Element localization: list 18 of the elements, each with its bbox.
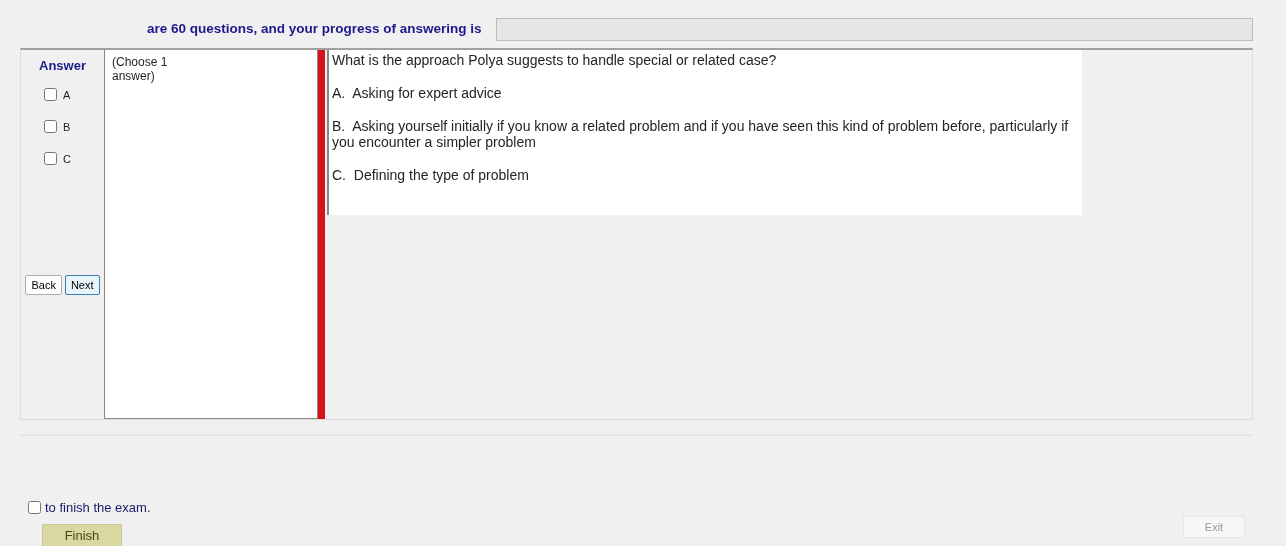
back-button[interactable]: Back (25, 275, 62, 295)
finish-button[interactable]: Finish (42, 523, 122, 546)
choice-text: A. Asking for expert advice (332, 85, 503, 101)
finish-checkbox[interactable] (28, 501, 41, 515)
answer-checkbox[interactable] (44, 152, 57, 166)
answer-checkbox[interactable] (44, 88, 57, 102)
option-label: C (63, 151, 71, 167)
option-label: A (63, 87, 71, 103)
finish-label: to finish the exam. (45, 499, 151, 517)
answer-checkbox[interactable] (44, 120, 57, 134)
answer-heading: Answer (39, 57, 86, 75)
option-label: B (63, 119, 71, 135)
instruction-text: (Choose 1 answer) (112, 55, 169, 83)
choice-text: B. Asking yourself initially if you know a related problem and if you have seen this kind of problem before, particularly if you encounter a simpler problem (332, 118, 1070, 150)
question-text: What is the approach Polya suggests to handle special or related case? (332, 52, 778, 68)
progress-label: are 60 questions, and your progress of answering is (147, 20, 482, 39)
next-button[interactable]: Next (64, 275, 100, 295)
choice-text: C. Defining the type of problem (332, 167, 530, 183)
